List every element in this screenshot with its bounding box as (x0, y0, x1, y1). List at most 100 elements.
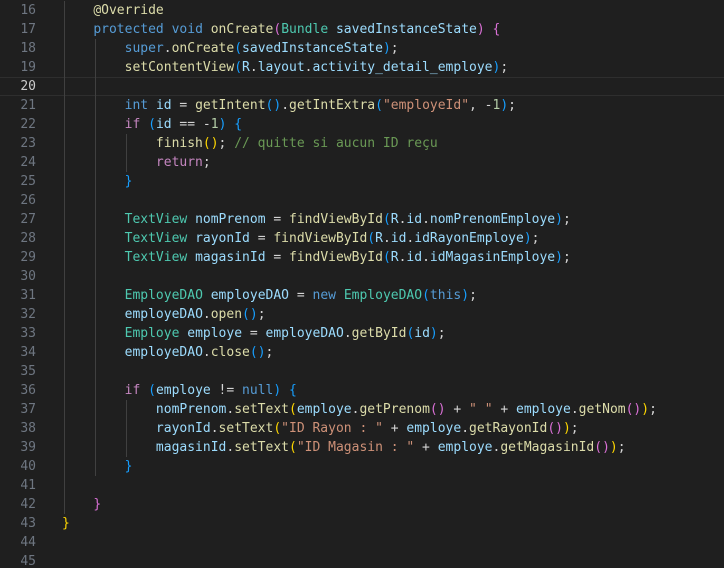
code-token: findViewById (289, 212, 383, 227)
code-token: nomPrenomEmploye (429, 212, 556, 227)
code-token: R (375, 231, 383, 246)
code-token: nomPrenom (155, 402, 227, 417)
code-token: setContentView (124, 60, 235, 75)
code-token: TextView (124, 250, 188, 265)
code-token: finish (155, 136, 203, 151)
code-token: ( (234, 60, 243, 75)
code-line[interactable]: 29 TextView magasinId = findViewById(R.i… (0, 248, 724, 267)
code-token: + (414, 440, 438, 455)
code-line[interactable]: 30 (0, 267, 724, 286)
code-token: int (124, 98, 149, 113)
code-token: . (461, 421, 470, 436)
line-number: 28 (20, 231, 36, 246)
code-line[interactable]: 27 TextView nomPrenom = findViewById(R.i… (0, 210, 724, 229)
code-token: @Override (93, 3, 164, 18)
code-token: setText (234, 440, 289, 455)
code-token: = (249, 231, 274, 246)
code-line[interactable]: 22 if (id == -1) { (0, 115, 724, 134)
code-line[interactable]: 33 Employe employe = employeDAO.getById(… (0, 324, 724, 343)
code-line[interactable]: 41 (0, 476, 724, 495)
code-token: + (492, 402, 517, 417)
code-line[interactable]: 45 (0, 552, 724, 568)
code-token: if (124, 117, 141, 132)
code-token: ; (257, 307, 266, 322)
code-line[interactable]: 34 employeDAO.close(); (0, 343, 724, 362)
code-line[interactable]: 23 finish(); // quitte si aucun ID reçu (0, 134, 724, 153)
line-number: 38 (20, 421, 36, 436)
code-token: findViewById (273, 231, 368, 246)
code-line[interactable]: 21 int id = getIntent().getIntExtra("emp… (0, 96, 724, 115)
indent-guide (64, 1, 65, 514)
code-line[interactable]: 40 } (0, 457, 724, 476)
code-token: ; (562, 212, 571, 227)
code-token: () (429, 402, 446, 417)
code-token: ( (375, 98, 383, 113)
code-line[interactable]: 36 if (employe != null) { (0, 381, 724, 400)
code-token: close (210, 345, 250, 360)
code-token: getPrenom (359, 402, 430, 417)
code-line[interactable]: 32 employeDAO.open(); (0, 305, 724, 324)
code-line[interactable]: 38 rayonId.setText("ID Rayon : " + emplo… (0, 419, 724, 438)
code-text: employeDAO.close(); (62, 343, 274, 362)
code-line[interactable]: 26 (0, 191, 724, 210)
code-token: { (492, 22, 501, 37)
code-token: ) (476, 22, 485, 37)
code-line[interactable]: 44 (0, 533, 724, 552)
code-line[interactable]: 37 nomPrenom.setText(employe.getPrenom()… (0, 400, 724, 419)
code-token: getIntent (195, 98, 266, 113)
code-token: ( (382, 212, 391, 227)
code-token: employeDAO (124, 345, 203, 360)
code-line[interactable]: 20 (0, 77, 724, 96)
line-number: 43 (20, 516, 36, 531)
code-line[interactable]: 25 } (0, 172, 724, 191)
code-token: ( (273, 22, 282, 37)
code-token: ) (429, 326, 438, 341)
code-editor[interactable]: 16 @Override 17 protected void onCreate(B… (0, 0, 724, 568)
code-token: id (406, 212, 423, 227)
code-line[interactable]: 24 return; (0, 153, 724, 172)
code-text: magasinId.setText("ID Magasin : " + empl… (62, 438, 626, 457)
code-token: ; (649, 402, 657, 417)
code-token: } (93, 497, 102, 512)
code-token: } (62, 516, 70, 531)
code-token: ; (562, 250, 571, 265)
code-token: + (382, 421, 407, 436)
code-token: = (171, 98, 196, 113)
code-token: . (382, 231, 391, 246)
code-line[interactable]: 35 (0, 362, 724, 381)
code-token: employeDAO (124, 307, 203, 322)
code-token: layout (257, 60, 305, 75)
code-text: TextView rayonId = findViewById(R.id.idR… (62, 229, 540, 248)
code-text: nomPrenom.setText(employe.getPrenom() + … (62, 400, 657, 419)
code-line[interactable]: 28 TextView rayonId = findViewById(R.id.… (0, 229, 724, 248)
code-line[interactable]: 39 magasinId.setText("ID Magasin : " + e… (0, 438, 724, 457)
code-line[interactable]: 43} (0, 514, 724, 533)
code-line[interactable]: 42 } (0, 495, 724, 514)
line-number: 29 (20, 250, 36, 265)
code-token: ) (609, 440, 618, 455)
code-token: savedInstanceState (242, 41, 383, 56)
code-line[interactable]: 17 protected void onCreate(Bundle savedI… (0, 20, 724, 39)
code-line[interactable]: 31 EmployeDAO employeDAO = new EmployeDA… (0, 286, 724, 305)
code-token: getRayonId (469, 421, 548, 436)
code-token: getIntExtra (289, 98, 376, 113)
code-line[interactable]: 19 setContentView(R.layout.activity_deta… (0, 58, 724, 77)
code-token: employe (516, 402, 571, 417)
line-number: 21 (20, 98, 36, 113)
code-line[interactable]: 16 @Override (0, 1, 724, 20)
code-token: ; (218, 136, 235, 151)
code-token: setText (218, 421, 274, 436)
code-token: // quitte si aucun ID reçu (234, 136, 438, 151)
code-text: } (62, 495, 101, 514)
code-token: ( (367, 231, 376, 246)
code-token: protected (93, 22, 164, 37)
code-line[interactable]: 18 super.onCreate(savedInstanceState); (0, 39, 724, 58)
code-token: () (249, 345, 266, 360)
code-token: idRayonEmploye (414, 231, 524, 246)
line-number: 37 (20, 402, 36, 417)
line-number: 32 (20, 307, 36, 322)
code-token: onCreate (210, 22, 274, 37)
